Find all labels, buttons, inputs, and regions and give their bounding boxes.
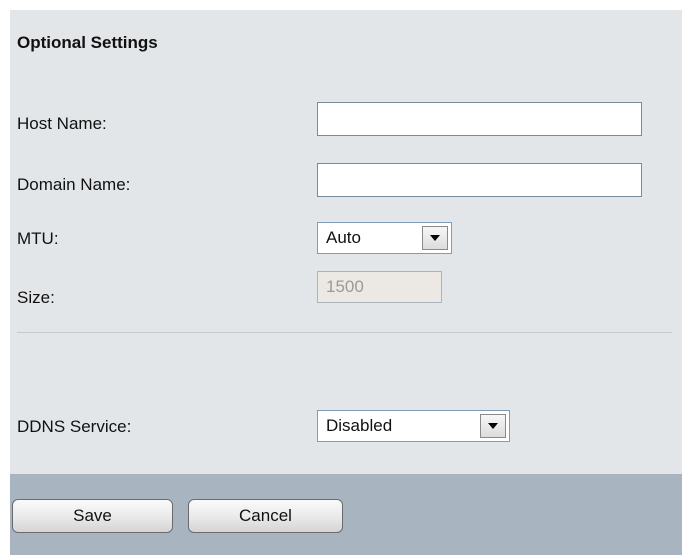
host-name-label: Host Name: — [17, 114, 107, 133]
size-label: Size: — [17, 288, 55, 307]
ddns-service-label: DDNS Service: — [17, 417, 132, 436]
save-button[interactable]: Save — [12, 499, 173, 533]
mtu-label: MTU: — [17, 229, 59, 248]
mtu-select-value: Auto — [326, 228, 361, 247]
size-input: 1500 — [317, 271, 442, 303]
mtu-select[interactable]: Auto — [317, 222, 452, 254]
size-value: 1500 — [326, 277, 364, 296]
ddns-service-select-value: Disabled — [326, 416, 393, 435]
host-name-input[interactable] — [317, 102, 642, 136]
chevron-down-icon[interactable] — [422, 226, 448, 250]
domain-name-label: Domain Name: — [17, 175, 131, 194]
section-title: Optional Settings — [17, 33, 158, 52]
domain-name-input[interactable] — [317, 163, 642, 197]
settings-page: Optional Settings Host Name: Domain Name… — [0, 0, 682, 555]
ddns-service-select[interactable]: Disabled — [317, 410, 510, 442]
cancel-button[interactable]: Cancel — [188, 499, 343, 533]
chevron-down-icon[interactable] — [480, 414, 506, 438]
section-divider — [17, 332, 672, 333]
